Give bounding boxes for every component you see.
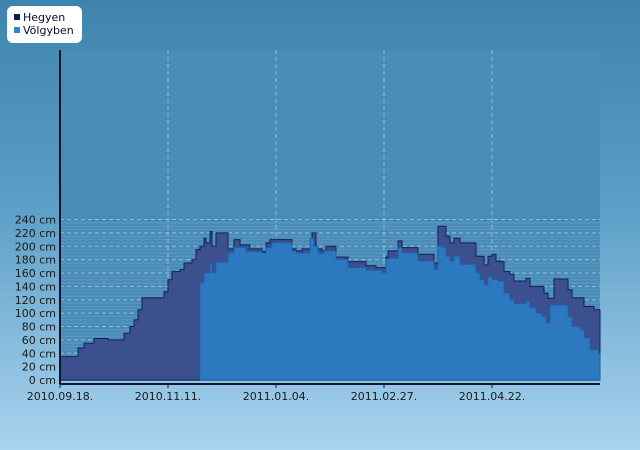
y-tick-label: 160 cm (15, 267, 56, 280)
x-tick-label: 2011.01.04. (243, 390, 309, 403)
legend-swatch-volgyben (14, 27, 20, 33)
legend-item-hegyen: Hegyen (14, 11, 65, 24)
y-tick-label: 60 cm (22, 334, 56, 347)
y-tick-label: 200 cm (15, 240, 56, 253)
y-tick-label: 100 cm (15, 307, 56, 320)
legend-item-volgyben: Völgyben (14, 24, 74, 37)
y-tick-label: 80 cm (22, 321, 56, 334)
y-tick-label: 140 cm (15, 280, 56, 293)
legend-label-hegyen: Hegyen (23, 11, 66, 24)
legend-label-volgyben: Völgyben (23, 24, 74, 37)
y-tick-label: 240 cm (15, 214, 56, 227)
x-tick-label: 2010.09.18. (27, 390, 93, 403)
y-tick-label: 120 cm (15, 294, 56, 307)
y-tick-label: 20 cm (22, 361, 56, 374)
legend-swatch-hegyen (14, 14, 20, 20)
chart-frame: 0 cm 20 cm 40 cm 60 cm 80 cm 100 cm 120 cm 140 … (0, 0, 640, 450)
x-tick-label: 2011.02.27. (351, 390, 417, 403)
x-tick-label: 2010.11.11. (135, 390, 201, 403)
legend: Hegyen Völgyben (7, 6, 82, 43)
x-tick-labels: 2010.09.18. 2010.11.11. 2011.01.04. 2011.02… (27, 384, 525, 403)
y-tick-label: 40 cm (22, 347, 56, 360)
y-tick-label: 180 cm (15, 254, 56, 267)
y-tick-labels: 0 cm20 cm40 cm60 cm80 cm100 cm120 cm140 … (15, 214, 56, 388)
y-tick-label: 220 cm (15, 227, 56, 240)
chart: 0 cm20 cm40 cm60 cm80 cm100 cm120 cm140 … (15, 50, 601, 403)
y-tick-label: 0 cm (29, 374, 56, 387)
x-tick-label: 2011.04.22. (459, 390, 525, 403)
